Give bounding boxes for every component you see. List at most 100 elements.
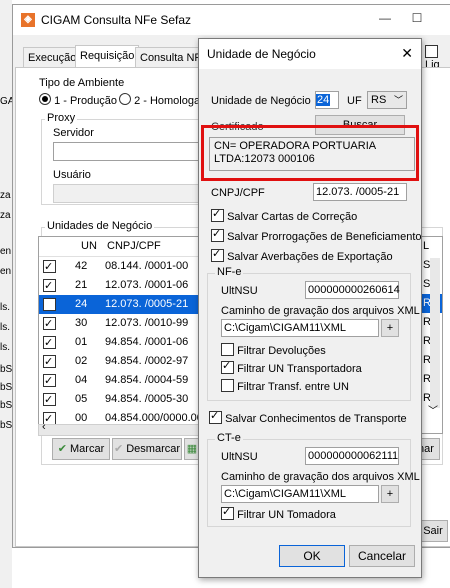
uf-select[interactable]: RS ﹀ [367, 91, 407, 109]
tipo-ambiente-label: Tipo de Ambiente [39, 77, 125, 89]
row-cnpj: 94.854. /0005-30 [105, 393, 189, 405]
check-icon: ✔ [57, 443, 67, 455]
cte-path-input[interactable]: C:\Cigam\CIGAM11\XML [221, 485, 379, 503]
servidor-input[interactable] [53, 142, 203, 161]
sair-button[interactable]: Sair [418, 520, 448, 542]
background-text-fragment: bS [0, 382, 12, 393]
background-text-fragment: bS [0, 400, 12, 411]
salvar-prorrogacoes-checkbox[interactable]: Salvar Prorrogações de Beneficiamento [211, 227, 422, 243]
chevron-down-icon: ﹀ [393, 95, 403, 105]
servidor-label: Servidor [53, 127, 94, 139]
ok-button[interactable]: OK [279, 545, 345, 567]
row-checkbox[interactable] [43, 277, 56, 296]
table-horizontal-scrollbar[interactable] [38, 424, 200, 436]
ambiente-producao-radio[interactable]: 1 - Produção [39, 93, 117, 107]
row-cnpj: 94.854. /0004-59 [105, 374, 189, 386]
table-vertical-scrollbar[interactable] [430, 258, 440, 408]
background-text-fragment: bS [0, 364, 12, 375]
table-row[interactable]: 24 12.073. /0005-21 [39, 295, 209, 315]
close-icon[interactable]: ✕ [401, 45, 413, 62]
row-cnpj: 08.144. /0001-00 [105, 260, 189, 272]
filtrar-un-transportadora-checkbox[interactable]: Filtrar UN Transportadora [221, 359, 362, 375]
unidade-negocio-label: Unidade de Negócio [211, 95, 311, 107]
unidades-label: Unidades de Negócio [45, 220, 155, 232]
row-cnpj: 12.073. /0001-06 [105, 279, 189, 291]
row-checkbox[interactable] [43, 353, 56, 372]
desmarcar-button[interactable]: ✔ Desmarcar [112, 438, 182, 460]
row-checkbox[interactable] [43, 372, 56, 391]
row-un: 02 [75, 355, 88, 367]
nfe-path-label: Caminho de gravação dos arquivos XML [221, 305, 420, 317]
table-row[interactable]: 42 08.144. /0001-00 [39, 257, 209, 277]
proxy-label: Proxy [45, 112, 78, 124]
background-text-fragment: ls. [0, 322, 10, 333]
table-row[interactable]: 05 94.854. /0005-30 [39, 390, 209, 410]
app-logo-icon: ◈ [21, 13, 35, 27]
cnpj-label: CNPJ/CPF [211, 187, 265, 199]
cnpj-input[interactable]: 12.073. /0005-21 [313, 183, 407, 201]
right-column-header: L [423, 240, 430, 252]
row-checkbox[interactable] [43, 334, 56, 353]
un-column-header: UN [81, 240, 97, 252]
salvar-averbacoes-checkbox[interactable]: Salvar Averbações de Exportação [211, 247, 393, 263]
usuario-input[interactable] [53, 184, 203, 203]
usuario-label: Usuário [53, 169, 91, 181]
row-cnpj: 94.854. /0001-06 [105, 336, 189, 348]
filtrar-un-tomadora-checkbox[interactable]: Filtrar UN Tomadora [221, 505, 336, 521]
uf-label: UF [347, 95, 362, 107]
table-row[interactable]: 21 12.073. /0001-06 [39, 276, 209, 296]
cte-ultnsu-input[interactable]: 000000000062111 [305, 447, 399, 465]
cancel-button[interactable]: Cancelar [349, 545, 415, 567]
tab-requisicao[interactable]: Requisição [75, 45, 140, 68]
marcar-button[interactable]: ✔ Marcar [52, 438, 110, 460]
unidade-negocio-dialog: Unidade de Negócio ✕ Unidade de Negócio … [198, 38, 422, 578]
dialog-title: Unidade de Negócio [207, 47, 316, 61]
nfe-path-add-button[interactable]: + [381, 319, 399, 337]
background-text-fragment: GA [0, 96, 12, 107]
background-text-fragment: bS [0, 420, 12, 431]
cte-ultnsu-label: UltNSU [221, 451, 258, 463]
row-checkbox[interactable] [43, 258, 56, 277]
row-un: 05 [75, 393, 88, 405]
dialog-titlebar: Unidade de Negócio ✕ [199, 39, 421, 69]
row-un: 01 [75, 336, 88, 348]
row-checkbox[interactable] [43, 315, 56, 334]
row-cnpj: 94.854. /0002-97 [105, 355, 189, 367]
salvar-conhecimentos-checkbox[interactable]: Salvar Conhecimentos de Transporte [209, 409, 407, 425]
row-un: 30 [75, 317, 88, 329]
cte-path-add-button[interactable]: + [381, 485, 399, 503]
nfe-ultnsu-input[interactable]: 000000000260614 [305, 281, 400, 299]
background-text-fragment: za [0, 190, 11, 201]
scroll-left-icon[interactable]: ‹ [42, 421, 46, 433]
filtrar-transf-checkbox[interactable]: Filtrar Transf. entre UN [221, 379, 349, 393]
nfe-path-input[interactable]: C:\Cigam\CIGAM11\XML [221, 319, 379, 337]
row-un: 42 [75, 260, 88, 272]
ambiente-homologacao-radio[interactable]: 2 - Homologaç [119, 93, 206, 107]
table-row[interactable]: 30 12.073. /0010-99 [39, 314, 209, 334]
table-row[interactable]: 02 94.854. /0002-97 [39, 352, 209, 372]
highlight-box [201, 125, 419, 181]
background-text-fragment: ls. [0, 342, 10, 353]
main-window-title: CIGAM Consulta NFe Sefaz [41, 13, 192, 27]
row-checkbox[interactable] [43, 296, 56, 315]
table-row[interactable]: 01 94.854. /0001-06 [39, 333, 209, 353]
table-row[interactable]: 04 94.854. /0004-59 [39, 371, 209, 391]
cte-group-label: CT-e [215, 432, 243, 444]
scroll-down-icon[interactable]: ﹀ [428, 402, 438, 417]
row-cnpj: 12.073. /0005-21 [105, 298, 189, 310]
row-un: 24 [75, 298, 88, 310]
maximize-button[interactable]: ☐ [407, 11, 427, 29]
row-checkbox[interactable] [43, 391, 56, 410]
nfe-ultnsu-label: UltNSU [221, 285, 258, 297]
unidades-table[interactable]: UN CNPJ/CPF 42 08.144. /0001-00 21 12.073. … [38, 236, 210, 434]
row-un: 21 [75, 279, 88, 291]
uncheck-icon: ✔ [113, 443, 124, 455]
filtrar-devolucoes-checkbox[interactable]: Filtrar Devoluções [221, 343, 326, 357]
background-text-fragment: za [0, 210, 11, 221]
background-text-fragment: en [0, 266, 12, 277]
tab-execucao[interactable]: Execução [23, 47, 82, 68]
background-text-fragment: en [0, 246, 12, 257]
salvar-cartas-checkbox[interactable]: Salvar Cartas de Correção [211, 207, 357, 223]
minimize-button[interactable]: — [375, 11, 395, 29]
unidade-input[interactable]: 24 [315, 91, 339, 109]
